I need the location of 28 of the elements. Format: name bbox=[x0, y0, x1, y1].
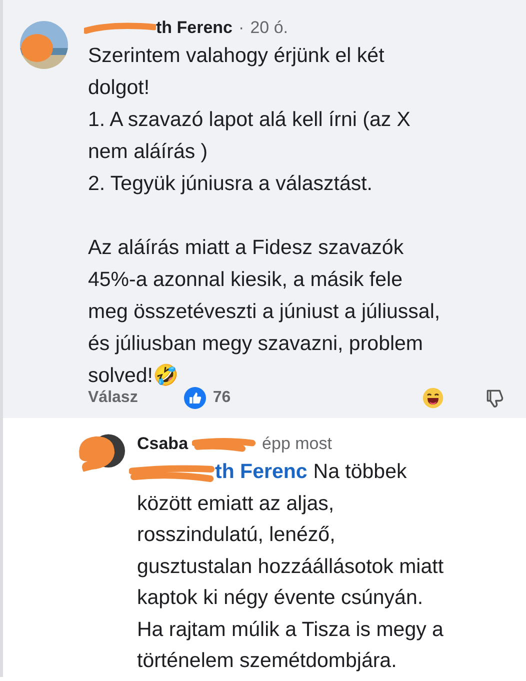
comment-text: solved!🤣 bbox=[88, 362, 180, 389]
dislike-icon[interactable] bbox=[484, 387, 506, 409]
reply-text: kaptok ki négy évente csúnyán. bbox=[137, 585, 424, 611]
reply-button[interactable]: Válasz bbox=[88, 389, 138, 407]
author-name[interactable]: th Ferenc bbox=[156, 18, 233, 38]
comment-time: 20 ó. bbox=[250, 18, 288, 38]
comment-text: 2. Tegyük júniusra a választást. bbox=[88, 171, 374, 197]
reply-text: történelem szemétdombjára. bbox=[137, 648, 398, 674]
reply-time: épp most bbox=[262, 434, 332, 454]
comment-text: meg összetéveszti a júniust a júliussal, bbox=[88, 299, 442, 325]
comment-text: 45%-a azonnal kiesik, a másik fele bbox=[88, 267, 404, 293]
comment-text: és júliusban megy szavazni, problem bbox=[88, 331, 424, 357]
like-icon bbox=[184, 387, 206, 409]
comment-text: Szerintem valahogy érjünk el két bbox=[88, 43, 386, 69]
reply-text: rosszindulatú, lenéző, bbox=[137, 522, 336, 548]
comment-text: Az aláírás miatt a Fidesz szavazók bbox=[88, 235, 405, 261]
reply-text: Na többek bbox=[313, 460, 407, 483]
reply-text: között emiatt az aljas, bbox=[137, 490, 336, 516]
comment-text: dolgot! bbox=[88, 75, 151, 101]
comment-text: 1. A szavazó lapot alá kell írni (az X bbox=[88, 107, 412, 133]
comment-text: nem aláírás ) bbox=[88, 139, 209, 165]
author-name[interactable]: Csaba bbox=[137, 434, 188, 454]
separator-dot: · bbox=[238, 18, 244, 38]
reply-text: gusztustalan hozzáállásotok miatt bbox=[137, 554, 444, 580]
mention-link[interactable]: th Ferenc bbox=[215, 460, 308, 483]
laughing-emoji-icon[interactable] bbox=[422, 387, 444, 409]
reply-text: Ha rajtam múlik a Tisza is megy a bbox=[137, 616, 444, 642]
like-count: 76 bbox=[212, 389, 231, 407]
